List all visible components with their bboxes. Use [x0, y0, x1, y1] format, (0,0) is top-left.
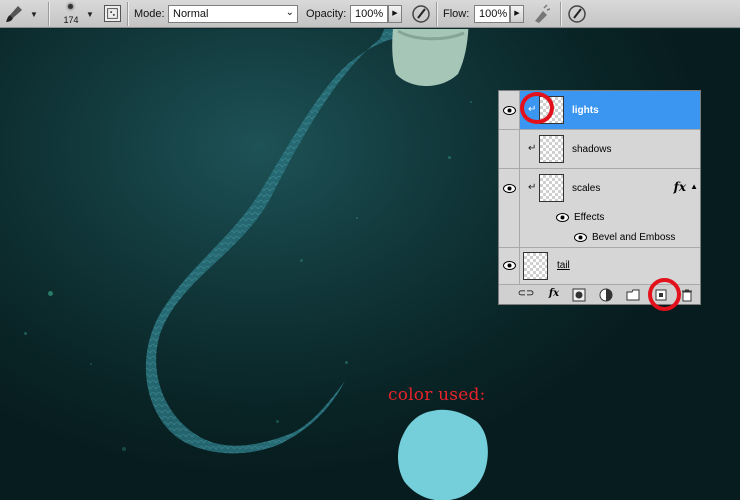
color-used-annotation: color used: [388, 385, 486, 405]
brush-tool-icon[interactable] [4, 4, 24, 24]
chevron-down-icon: ⌄ [285, 7, 294, 18]
layer-name: shadows [572, 144, 612, 155]
visibility-eye-icon[interactable] [503, 106, 516, 115]
opacity-slider-button[interactable]: ▶ [388, 5, 402, 23]
effects-group-row[interactable]: Effects [499, 208, 700, 227]
flow-input[interactable]: 100% [474, 5, 510, 23]
layer-name: scales [572, 183, 601, 194]
layer-name: lights [572, 105, 599, 116]
color-swatch [398, 409, 488, 500]
adjustment-layer-icon[interactable] [599, 288, 613, 302]
layer-thumbnail [539, 174, 564, 202]
highlight-ring-new-layer [648, 278, 681, 311]
link-layers-icon[interactable]: ⊂⊃ [517, 288, 535, 302]
tool-preset-dropdown-icon[interactable]: ▼ [30, 10, 38, 19]
layer-scales[interactable]: ↵ scales fx ▲ [499, 169, 700, 208]
add-mask-icon[interactable] [572, 288, 586, 302]
mode-label: Mode: [134, 8, 165, 20]
effects-eye-icon[interactable] [556, 213, 569, 222]
new-group-icon[interactable] [626, 288, 640, 302]
opacity-input[interactable]: 100% [350, 5, 388, 23]
flow-label: Flow: [443, 8, 470, 20]
clipping-mask-icon: ↵ [528, 182, 537, 193]
expand-effects-icon[interactable]: ▲ [690, 182, 698, 191]
pressure-size-icon[interactable] [566, 3, 588, 25]
trash-icon[interactable] [680, 288, 694, 302]
options-bar: ▼ 174 ▼ Mode: Normal ⌄ Opacity: 100% ▶ F… [0, 0, 740, 28]
highlight-ring-clip-icon [520, 92, 554, 124]
flow-slider-button[interactable]: ▶ [510, 5, 524, 23]
blend-mode-select[interactable]: Normal ⌄ [168, 5, 298, 23]
layer-effects-badge[interactable]: fx [674, 180, 686, 194]
effects-label: Effects [574, 212, 605, 223]
brush-tip-icon [68, 4, 73, 9]
bevel-emboss-row[interactable]: Bevel and Emboss [499, 227, 700, 248]
brush-panel-toggle-icon[interactable] [104, 5, 121, 22]
blend-mode-value: Normal [173, 8, 209, 20]
layer-shadows[interactable]: ↵ shadows [499, 130, 700, 169]
layer-thumbnail [523, 252, 548, 280]
brush-preset-picker[interactable]: 174 [58, 1, 82, 27]
layer-name: tail [557, 260, 570, 271]
bevel-emboss-label: Bevel and Emboss [592, 232, 676, 243]
clipping-mask-icon: ↵ [528, 143, 537, 154]
pressure-opacity-icon[interactable] [410, 3, 432, 25]
layer-thumbnail [539, 135, 564, 163]
airbrush-icon[interactable] [531, 3, 553, 25]
brush-picker-dropdown-icon[interactable]: ▼ [86, 10, 94, 19]
bevel-eye-icon[interactable] [574, 233, 587, 242]
add-layer-style-icon[interactable]: fx [545, 288, 563, 302]
opacity-label: Opacity: [306, 8, 347, 20]
visibility-eye-icon[interactable] [503, 261, 516, 270]
visibility-eye-icon[interactable] [503, 184, 516, 193]
brush-size-value: 174 [63, 15, 79, 25]
